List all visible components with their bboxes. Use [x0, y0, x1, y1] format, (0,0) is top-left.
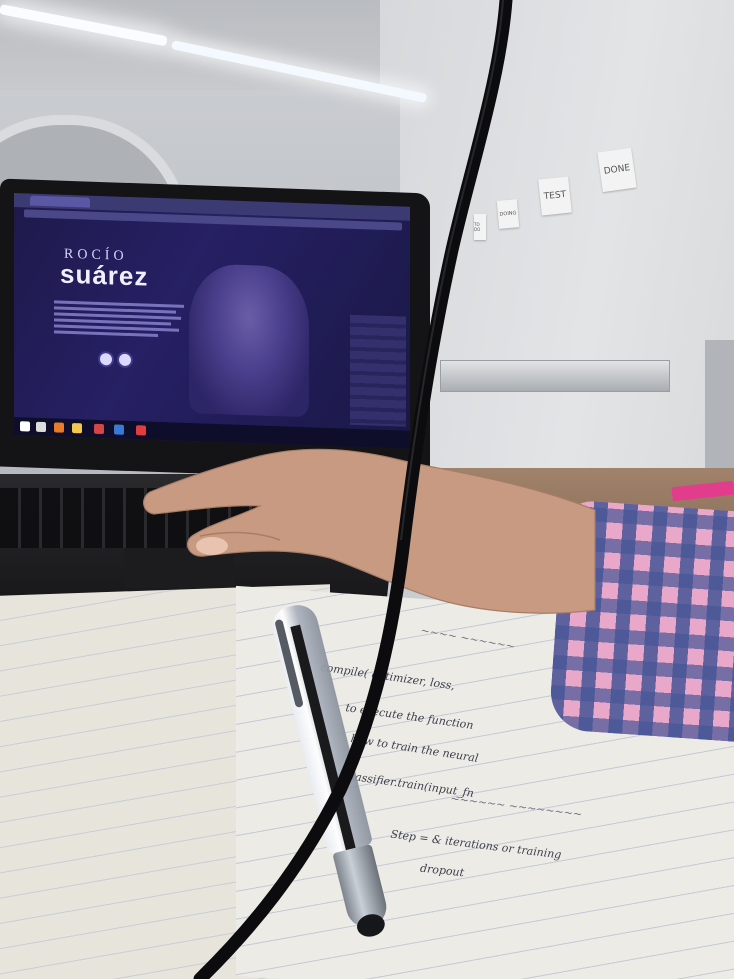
photo-scene: DONE TEST DOING TO DO ROCÍO suárez ~~~~ … [0, 0, 734, 979]
black-cable [193, 0, 513, 979]
